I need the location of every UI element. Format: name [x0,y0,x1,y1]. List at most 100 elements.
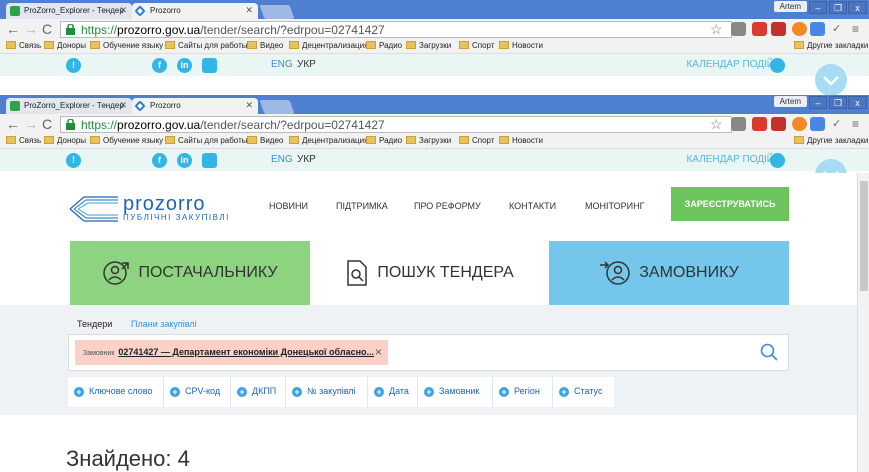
tab-procurement-plans[interactable]: Плани закупівлі [131,319,197,329]
bookmark-item[interactable]: Загрузки [406,136,451,145]
bookmark-item[interactable]: Обучение языку [90,41,163,50]
bookmark-item[interactable]: Сайты для работы [165,136,247,145]
minimize-button[interactable]: – [809,1,827,14]
bookmark-star-icon[interactable]: ☆ [710,116,723,133]
linkedin-icon[interactable]: in [177,58,192,73]
extension-icon[interactable] [731,22,746,36]
calendar-icon[interactable] [770,153,785,168]
menu-support[interactable]: ПІДТРИМКА [336,201,388,211]
new-tab-button[interactable] [259,5,295,19]
bookmark-item[interactable]: Видео [247,41,283,50]
bookmark-item[interactable]: Доноры [44,41,86,50]
new-tab-button[interactable] [259,100,295,114]
bookmark-item[interactable]: Радио [366,136,402,145]
extension-icon[interactable] [771,22,786,36]
maximize-button[interactable]: ❐ [829,96,847,109]
linkedin-icon[interactable]: in [177,153,192,168]
back-icon[interactable]: ← [6,116,20,132]
bookmark-item[interactable]: Сайты для работы [165,41,247,50]
calendar-link[interactable]: КАЛЕНДАР ПОДІЙ [686,59,774,70]
lang-ua-link[interactable]: УКР [297,59,316,70]
search-icon[interactable] [760,343,778,361]
filter-status[interactable]: + Статус [553,377,614,407]
bookmark-item[interactable]: Децентрализация [289,41,368,50]
bookmark-item[interactable]: Связь [6,41,41,50]
maximize-button[interactable]: ❐ [829,1,847,14]
forward-icon[interactable]: → [24,21,38,37]
address-bar[interactable]: https://prozorro.gov.ua/tender/search/?e… [60,116,732,133]
prozorro-logo-icon[interactable] [68,193,120,225]
menu-icon[interactable]: ≡ [852,21,859,37]
register-button[interactable]: ЗАРЕЄСТРУВАТИСЬ [671,187,789,221]
tab-prozorro-explorer[interactable]: ProZorro_Explorer - Тендер ✕ [6,98,132,114]
other-bookmarks[interactable]: Другие закладки [794,136,868,145]
filter-date[interactable]: + Дата [368,377,418,407]
tab-tenders[interactable]: Тендери [77,319,112,329]
back-icon[interactable]: ← [6,21,20,37]
bookmark-item[interactable]: Децентрализация [289,136,368,145]
address-bar[interactable]: https://prozorro.gov.ua/tender/search/?e… [60,21,732,38]
bookmark-item[interactable]: Доноры [44,136,86,145]
filter-dkpp[interactable]: + ДКПП [231,377,286,407]
menu-about-reform[interactable]: ПРО РЕФОРМУ [414,201,481,211]
bookmark-item[interactable]: Загрузки [406,41,451,50]
other-bookmarks[interactable]: Другие закладки [794,41,868,50]
close-icon[interactable]: ✕ [119,5,127,16]
window-close-button[interactable]: x [848,96,867,109]
bookmark-item[interactable]: Радио [366,41,402,50]
extension-icon[interactable] [792,117,807,131]
menu-contacts[interactable]: КОНТАКТИ [509,201,556,211]
filter-procurement-number[interactable]: + № закупівлі [286,377,368,407]
translate-icon[interactable] [810,22,825,36]
gmail-icon[interactable] [752,117,767,131]
check-icon[interactable]: ✓ [832,116,841,132]
translate-icon[interactable] [810,117,825,131]
bookmark-item[interactable]: Обучение языку [90,136,163,145]
scroll-down-button[interactable] [815,64,847,96]
scrollbar-thumb[interactable] [860,181,868,291]
tab-prozorro[interactable]: Prozorro ✕ [132,98,258,114]
info-icon[interactable]: ! [66,153,81,168]
close-icon[interactable]: ✕ [245,5,253,16]
forward-icon[interactable]: → [24,116,38,132]
filter-keyword[interactable]: + Ключове слово [68,377,164,407]
calendar-link[interactable]: КАЛЕНДАР ПОДІЙ [686,154,774,165]
menu-news[interactable]: НОВИНИ [269,201,308,211]
tab-prozorro[interactable]: Prozorro ✕ [132,3,258,19]
menu-icon[interactable]: ≡ [852,116,859,132]
filter-cpv[interactable]: + CPV-код [164,377,231,407]
filter-chip-customer[interactable]: Замовник 02741427 — Департамент економіки… [75,340,388,365]
customer-banner[interactable]: ЗАМОВНИКУ [549,241,789,305]
close-icon[interactable]: ✕ [119,100,127,111]
bookmark-item[interactable]: Связь [6,136,41,145]
reload-icon[interactable]: C [42,21,52,37]
close-icon[interactable]: × [375,345,382,359]
extension-icon[interactable] [792,22,807,36]
gmail-icon[interactable] [752,22,767,36]
check-icon[interactable]: ✓ [832,21,841,37]
close-icon[interactable]: ✕ [245,100,253,111]
youtube-icon[interactable] [202,58,217,73]
tender-search-banner[interactable]: ПОШУК ТЕНДЕРА [310,241,549,305]
facebook-icon[interactable]: f [152,58,167,73]
lang-ua-link[interactable]: УКР [297,154,316,165]
tab-prozorro-explorer[interactable]: ProZorro_Explorer - Тендер ✕ [6,3,132,19]
menu-monitoring[interactable]: МОНІТОРИНГ [585,201,644,211]
supplier-banner[interactable]: ПОСТАЧАЛЬНИКУ [70,241,310,305]
extension-icon[interactable] [731,117,746,131]
lang-en-link[interactable]: ENG [271,154,293,165]
bookmark-item[interactable]: Спорт [459,136,495,145]
bookmark-item[interactable]: Новости [499,41,543,50]
calendar-icon[interactable] [770,58,785,73]
filter-customer[interactable]: + Замовник [418,377,493,407]
extension-icon[interactable] [771,117,786,131]
info-icon[interactable]: ! [66,58,81,73]
youtube-icon[interactable] [202,153,217,168]
minimize-button[interactable]: – [809,96,827,109]
page-scrollbar[interactable] [857,173,869,472]
filter-region[interactable]: + Регіон [493,377,553,407]
bookmark-star-icon[interactable]: ☆ [710,21,723,38]
user-profile-button[interactable]: Artem [773,1,807,12]
bookmark-item[interactable]: Новости [499,136,543,145]
facebook-icon[interactable]: f [152,153,167,168]
